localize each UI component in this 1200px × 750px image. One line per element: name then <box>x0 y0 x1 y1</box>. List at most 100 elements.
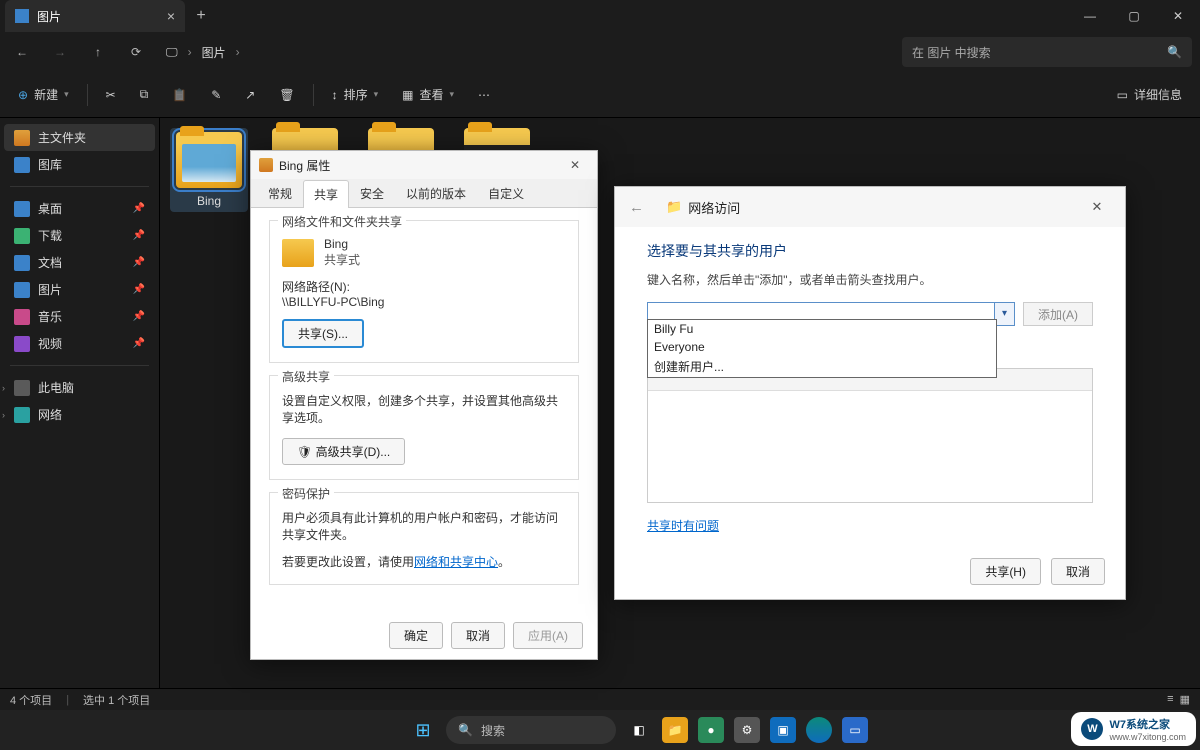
share-button[interactable]: ↗ <box>239 80 261 110</box>
tab-general[interactable]: 常规 <box>257 179 303 207</box>
dialog-footer: 确定 取消 应用(A) <box>389 622 583 649</box>
view-list-icon[interactable]: ≡ <box>1167 693 1173 706</box>
dropdown-option[interactable]: Everyone <box>648 338 996 356</box>
tab-customize[interactable]: 自定义 <box>477 179 535 207</box>
sidebar: 主文件夹 图库 桌面📌 下载📌 文档📌 图片📌 音乐📌 视频📌 ›此电脑 ›网络 <box>0 118 160 688</box>
advanced-share-button[interactable]: 🛡 高级共享(D)... <box>282 438 405 465</box>
downloads-icon <box>14 228 30 244</box>
dropdown-arrow-button[interactable]: ▾ <box>995 302 1015 326</box>
music-icon <box>14 309 30 325</box>
taskbar-app-explorer[interactable]: 📁 <box>662 717 688 743</box>
pin-icon: 📌 <box>133 284 145 295</box>
pin-icon: 📌 <box>133 338 145 349</box>
tab-share[interactable]: 共享 <box>303 180 349 208</box>
sidebar-item-library[interactable]: 图库 <box>4 151 155 178</box>
minimize-button[interactable]: — <box>1068 0 1112 32</box>
folder-icon <box>282 239 314 267</box>
sidebar-item-home[interactable]: 主文件夹 <box>4 124 155 151</box>
close-window-button[interactable]: ✕ <box>1156 0 1200 32</box>
dialog-footer: 共享(H) 取消 <box>970 558 1105 585</box>
back-button[interactable]: ← <box>629 199 644 216</box>
up-button[interactable]: ↑ <box>84 38 112 66</box>
folder-icon <box>176 132 242 188</box>
taskbar: ⊞ 🔍搜索 ◧ 📁 ● ⚙ ▣ ▭ ˄ 英 拼 <box>0 710 1200 750</box>
chevron-right-icon[interactable]: › <box>2 410 5 420</box>
taskbar-app-store[interactable]: ▣ <box>770 717 796 743</box>
copy-button[interactable]: ⧉ <box>134 80 155 110</box>
dialog-title: Bing 属性 <box>279 157 330 174</box>
tab-previous-versions[interactable]: 以前的版本 <box>395 179 477 207</box>
sidebar-item-desktop[interactable]: 桌面📌 <box>4 195 155 222</box>
breadcrumb-item[interactable]: 图片 <box>202 44 226 61</box>
new-tab-button[interactable]: + <box>185 7 217 25</box>
network-icon <box>14 407 30 423</box>
refresh-button[interactable]: ⟳ <box>122 38 150 66</box>
view-grid-icon[interactable]: ▦ <box>1180 693 1190 706</box>
documents-icon <box>14 255 30 271</box>
paste-button[interactable]: 📋 <box>166 80 193 110</box>
taskbar-app[interactable]: ▭ <box>842 717 868 743</box>
toolbar: ⊕新建▾ ✂ ⧉ 📋 ✎ ↗ 🗑 ↕ 排序▾ ▦ 查看▾ ⋯ ▭ 详细信息 <box>0 72 1200 118</box>
sidebar-item-videos[interactable]: 视频📌 <box>4 330 155 357</box>
dropdown-option[interactable]: 创建新用户... <box>648 356 996 377</box>
apply-button[interactable]: 应用(A) <box>513 622 583 649</box>
window-controls: — ▢ ✕ <box>1068 0 1200 32</box>
window-tab[interactable]: 图片 × <box>5 0 185 32</box>
sidebar-item-music[interactable]: 音乐📌 <box>4 303 155 330</box>
cancel-button[interactable]: 取消 <box>1051 558 1105 585</box>
dialog-titlebar[interactable]: Bing 属性 ✕ <box>251 151 597 179</box>
close-dialog-button[interactable]: ✕ <box>561 158 589 172</box>
desktop-icon <box>14 201 30 217</box>
sidebar-item-documents[interactable]: 文档📌 <box>4 249 155 276</box>
ok-button[interactable]: 确定 <box>389 622 443 649</box>
back-button[interactable]: ← <box>8 38 36 66</box>
breadcrumb[interactable]: 🖵 › 图片 › <box>166 44 240 61</box>
dialog-titlebar[interactable]: ← 📁 网络访问 ✕ <box>615 187 1125 227</box>
rename-button[interactable]: ✎ <box>205 80 227 110</box>
taskbar-search[interactable]: 🔍搜索 <box>446 716 616 744</box>
network-path-label: 网络路径(N): <box>282 278 566 295</box>
close-dialog-button[interactable]: ✕ <box>1083 199 1111 215</box>
sidebar-item-network[interactable]: ›网络 <box>4 401 155 428</box>
details-pane-button[interactable]: ▭ 详细信息 <box>1111 80 1188 110</box>
search-input[interactable]: 在 图片 中搜索 🔍 <box>902 37 1192 67</box>
delete-button[interactable]: 🗑 <box>273 80 300 110</box>
dialog-subtext: 键入名称，然后单击"添加"，或者单击箭头查找用户。 <box>647 271 1093 288</box>
maximize-button[interactable]: ▢ <box>1112 0 1156 32</box>
sidebar-item-pictures[interactable]: 图片📌 <box>4 276 155 303</box>
sidebar-item-thispc[interactable]: ›此电脑 <box>4 374 155 401</box>
forward-button[interactable]: → <box>46 38 74 66</box>
tab-title: 图片 <box>37 8 61 25</box>
cancel-button[interactable]: 取消 <box>451 622 505 649</box>
new-button[interactable]: ⊕新建▾ <box>12 80 75 110</box>
task-view-button[interactable]: ◧ <box>626 717 652 743</box>
add-button[interactable]: 添加(A) <box>1023 302 1093 326</box>
videos-icon <box>14 336 30 352</box>
start-button[interactable]: ⊞ <box>410 717 436 743</box>
cut-button[interactable]: ✂ <box>100 80 122 110</box>
titlebar: 图片 × + — ▢ ✕ <box>0 0 1200 32</box>
shared-users-list[interactable] <box>647 368 1093 503</box>
search-icon: 🔍 <box>1167 45 1182 59</box>
shared-folder-state: 共享式 <box>324 251 360 268</box>
dialog-body: 网络文件和文件夹共享 Bing 共享式 网络路径(N): \\BILLYFU-P… <box>251 208 597 609</box>
folder-item-bing[interactable]: Bing <box>170 128 248 212</box>
more-button[interactable]: ⋯ <box>472 80 496 110</box>
sidebar-item-downloads[interactable]: 下载📌 <box>4 222 155 249</box>
view-button[interactable]: ▦ 查看▾ <box>396 80 460 110</box>
chevron-right-icon[interactable]: › <box>2 383 5 393</box>
watermark: W W7系统之家www.w7xitong.com <box>1071 712 1196 746</box>
tab-security[interactable]: 安全 <box>349 179 395 207</box>
sharing-help-link[interactable]: 共享时有问题 <box>647 519 719 533</box>
taskbar-app-edge[interactable] <box>806 717 832 743</box>
share-confirm-button[interactable]: 共享(H) <box>970 558 1041 585</box>
taskbar-app[interactable]: ⚙ <box>734 717 760 743</box>
network-center-link[interactable]: 网络和共享中心 <box>414 555 498 569</box>
dropdown-option[interactable]: Billy Fu <box>648 320 996 338</box>
taskbar-app[interactable]: ● <box>698 717 724 743</box>
monitor-icon: 🖵 <box>166 45 178 60</box>
sort-button[interactable]: ↕ 排序▾ <box>326 80 385 110</box>
network-icon: 📁 <box>666 199 682 215</box>
share-button[interactable]: 共享(S)... <box>282 319 364 348</box>
close-tab-icon[interactable]: × <box>167 8 175 24</box>
